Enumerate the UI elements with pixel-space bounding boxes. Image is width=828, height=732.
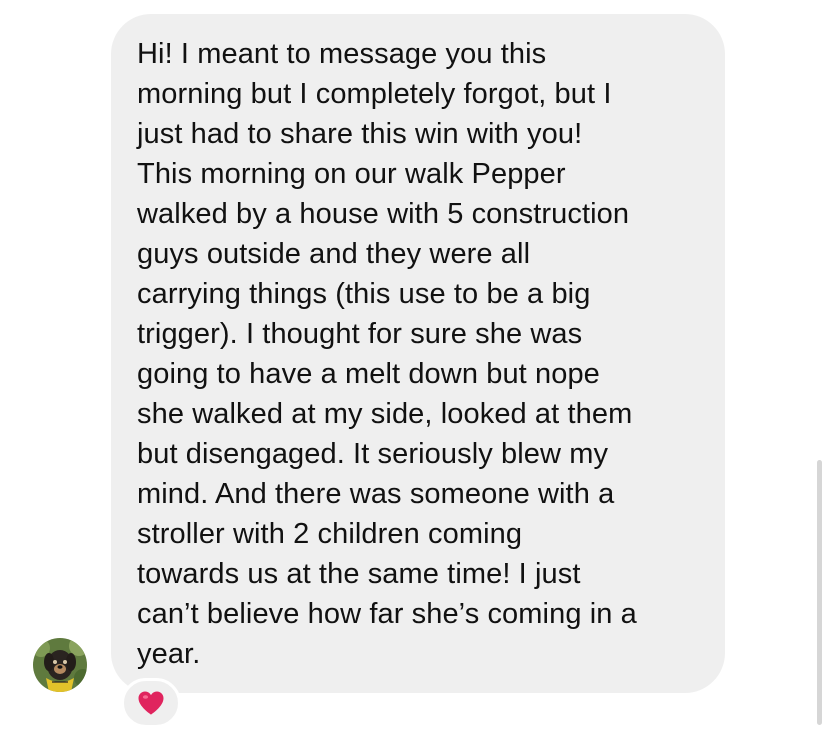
reaction-badge[interactable]: [121, 678, 181, 728]
dog-avatar-icon: [33, 638, 87, 692]
message-thread: Hi! I meant to message you this morning …: [0, 0, 828, 732]
heart-icon: [138, 691, 164, 715]
message-text: Hi! I meant to message you this morning …: [137, 38, 637, 670]
scrollbar[interactable]: [817, 460, 822, 725]
sender-avatar[interactable]: [33, 638, 87, 692]
message-bubble[interactable]: Hi! I meant to message you this morning …: [111, 14, 725, 693]
